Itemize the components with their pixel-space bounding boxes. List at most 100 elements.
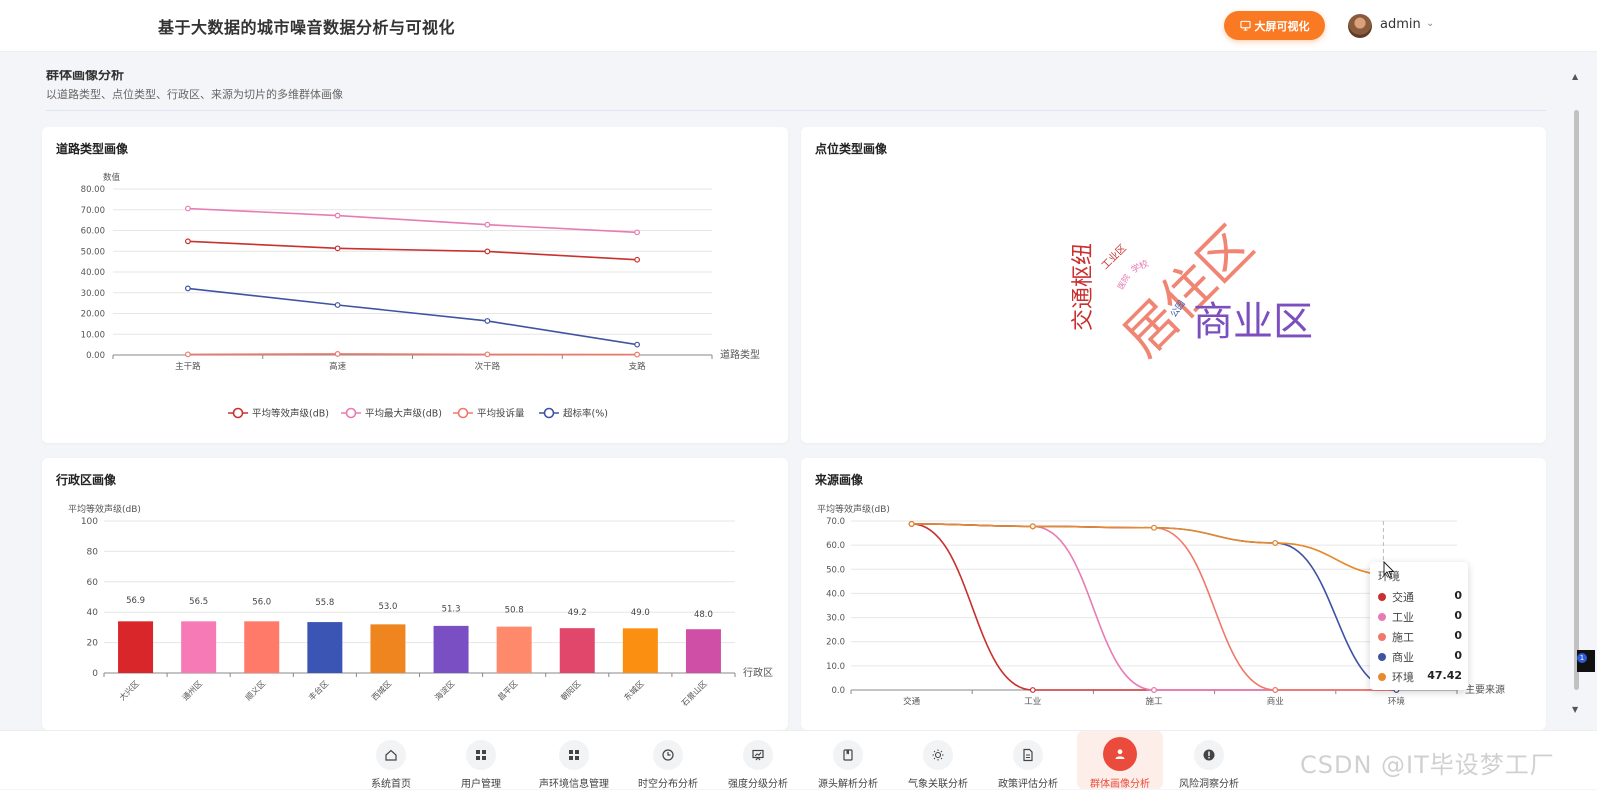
x-axis-label: 行政区 <box>743 666 773 679</box>
y-tick-label: 0.0 <box>831 686 845 696</box>
point-type-card: 点位类型画像 居住区 商业区 交通枢纽 工业区 学校 医院 公园 <box>801 127 1546 443</box>
data-point <box>334 351 341 357</box>
nav-item-intensity[interactable]: 强度分级分析 <box>715 731 801 790</box>
tooltip-row: 交通 0 <box>1378 588 1462 606</box>
legend-dot <box>1378 633 1386 641</box>
legend-label: 平均投诉量 <box>477 408 525 420</box>
nav-item-spatiotemporal[interactable]: 时空分布分析 <box>625 731 711 790</box>
y-tick-label: 30.0 <box>826 614 845 624</box>
bar-value-label: 49.2 <box>568 608 587 618</box>
data-point <box>484 248 491 255</box>
series-line <box>911 523 1397 691</box>
scroll-up-icon[interactable]: ▲ <box>1572 72 1578 81</box>
user-icon <box>1115 749 1125 759</box>
y-tick-label: 60.0 <box>826 541 845 551</box>
bar-value-label: 55.8 <box>315 598 334 608</box>
nav-item-weather[interactable]: 气象关联分析 <box>895 731 981 790</box>
bar <box>181 621 217 673</box>
series-line <box>187 353 638 356</box>
app-title: 基于大数据的城市噪音数据分析与可视化 <box>158 18 456 37</box>
word-cloud-word: 交通枢纽 <box>1071 243 1096 331</box>
x-tick-label: 高速 <box>329 361 347 372</box>
x-axis-label: 主要来源 <box>1465 683 1505 696</box>
data-point <box>484 221 491 228</box>
scrollbar-thumb[interactable] <box>1574 110 1579 690</box>
bar <box>496 626 532 673</box>
y-axis-label: 数值 <box>103 172 121 183</box>
y-tick-label: 80.00 <box>81 185 105 195</box>
tooltip-row: 环境 47.42 <box>1378 668 1462 686</box>
bar <box>433 625 469 673</box>
bar-value-label: 48.0 <box>694 610 713 620</box>
x-tick-label: 支路 <box>629 361 647 372</box>
y-tick-label: 60 <box>87 578 99 588</box>
notification-badge: 1 <box>1577 653 1587 663</box>
grid-icon <box>569 750 579 760</box>
y-tick-label: 10.0 <box>826 662 845 672</box>
y-tick-label: 20.0 <box>826 638 845 648</box>
data-point <box>634 229 641 236</box>
nav-item-risk[interactable]: 风险洞察分析 <box>1166 731 1252 790</box>
bar <box>244 621 280 673</box>
tooltip-row: 商业 0 <box>1378 648 1462 666</box>
y-tick-label: 60.00 <box>81 227 105 237</box>
data-point <box>634 351 641 358</box>
home-icon <box>385 749 397 761</box>
legend-dot <box>1378 673 1386 681</box>
scroll-down-icon[interactable]: ▼ <box>1572 705 1578 714</box>
data-point <box>184 205 191 212</box>
x-tick-label: 次干路 <box>475 361 501 372</box>
word-cloud-word: 医院 <box>1115 272 1132 291</box>
series-line <box>187 287 638 346</box>
x-tick-label: 东城区 <box>622 678 646 702</box>
nav-item-users[interactable]: 用户管理 <box>438 731 524 790</box>
bar-value-label: 50.8 <box>505 606 524 616</box>
y-tick-label: 40 <box>87 608 99 618</box>
data-point <box>484 351 491 358</box>
y-tick-label: 50.0 <box>826 565 845 575</box>
x-tick-label: 主干路 <box>175 361 201 372</box>
legend-label: 平均等效声级(dB) <box>252 408 329 420</box>
user-name[interactable]: admin <box>1380 17 1421 32</box>
y-axis-label: 平均等效声级(dB) <box>68 503 141 515</box>
x-tick-label: 石景山区 <box>679 678 709 708</box>
big-screen-button[interactable]: 大屏可视化 <box>1224 11 1325 40</box>
chart-tooltip: 环境 交通0 工业0 施工0 商业0 环境47.42 <box>1370 562 1468 690</box>
bar <box>307 622 343 673</box>
word-cloud-word: 商业区 <box>1193 299 1313 345</box>
y-tick-label: 10.00 <box>81 330 105 340</box>
data-point <box>334 212 341 219</box>
y-tick-label: 20.00 <box>81 310 105 320</box>
legend-dot <box>1378 653 1386 661</box>
nav-item-source-analysis[interactable]: 源头解析分析 <box>805 731 891 790</box>
x-tick-label: 交通 <box>903 696 921 707</box>
nav-item-group-profile[interactable]: 群体画像分析 <box>1077 731 1163 790</box>
series-line <box>911 523 1397 691</box>
nav-item-policy[interactable]: 政策评估分析 <box>985 731 1071 790</box>
x-tick-label: 大兴区 <box>117 678 141 702</box>
data-point <box>184 238 191 245</box>
nav-item-home[interactable]: 系统首页 <box>348 731 434 790</box>
x-tick-label: 顺义区 <box>244 679 267 702</box>
bar <box>559 628 595 673</box>
avatar[interactable] <box>1348 14 1372 38</box>
nav-item-sound-env[interactable]: 声环境信息管理 <box>531 731 617 790</box>
y-tick-label: 0 <box>92 669 98 679</box>
legend-marker <box>457 407 469 419</box>
data-point <box>1272 687 1279 693</box>
y-tick-label: 40.0 <box>826 589 845 599</box>
sun-icon <box>932 749 944 761</box>
section-subtitle: 以道路类型、点位类型、行政区、来源为切片的多维群体画像 <box>46 88 343 101</box>
chevron-down-icon[interactable]: ⌄ <box>1426 18 1434 29</box>
data-point <box>634 256 641 263</box>
y-tick-label: 40.00 <box>81 268 105 278</box>
x-tick-label: 施工 <box>1145 696 1163 707</box>
x-tick-label: 环境 <box>1388 696 1406 707</box>
grid-icon <box>476 750 486 760</box>
data-point <box>334 245 341 252</box>
y-tick-label: 50.00 <box>81 247 105 257</box>
legend-label: 超标率(%) <box>563 408 608 420</box>
section-divider <box>46 110 1546 111</box>
bar-value-label: 56.5 <box>189 597 208 607</box>
word-cloud-word: 居住区 <box>1113 216 1266 369</box>
